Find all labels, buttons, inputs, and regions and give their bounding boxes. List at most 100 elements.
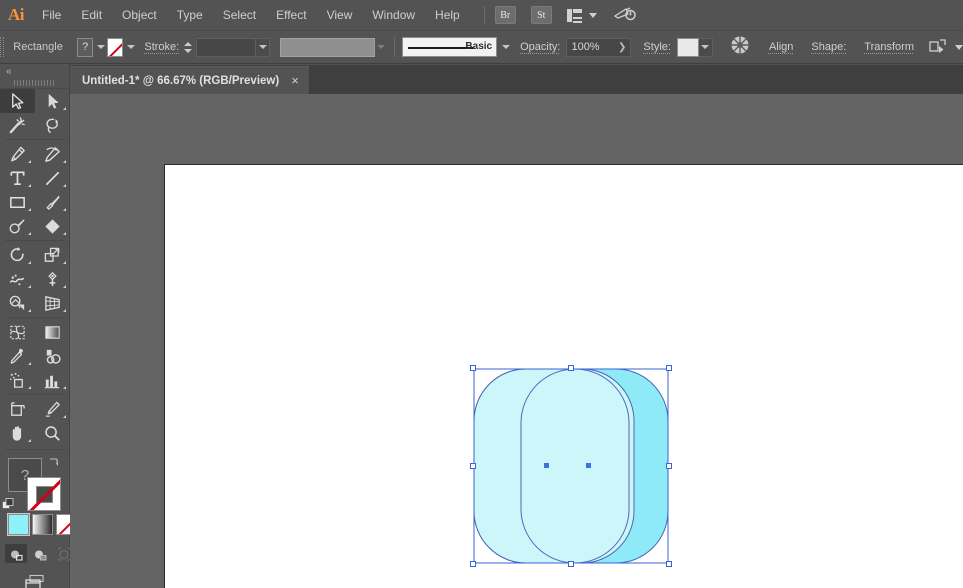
handle-bottom-left[interactable] <box>470 561 476 567</box>
flyout-corner-icon <box>63 261 66 264</box>
menu-item-file[interactable]: File <box>32 0 71 31</box>
graphic-style-chevron-down-icon[interactable] <box>699 38 713 57</box>
tool-hand-tool[interactable] <box>0 421 35 445</box>
stepper-up-icon[interactable] <box>184 42 192 46</box>
stock-button[interactable]: St <box>531 6 552 24</box>
opacity-expand-icon[interactable]: ❯ <box>618 42 626 53</box>
gradient-mode-button[interactable] <box>32 514 53 535</box>
draw-normal-button[interactable] <box>5 544 27 563</box>
stepper-down-icon[interactable] <box>184 49 192 53</box>
default-fill-stroke-icon[interactable] <box>2 498 15 511</box>
tool-rotate-tool[interactable] <box>0 243 35 267</box>
handle-bottom-right[interactable] <box>666 561 672 567</box>
stroke-swatch-none[interactable] <box>27 477 61 511</box>
tool-perspective-grid-tool[interactable] <box>35 291 70 315</box>
tool-gradient-tool[interactable] <box>35 320 70 344</box>
stroke-weight-control[interactable] <box>196 38 270 57</box>
close-icon[interactable]: × <box>291 74 299 87</box>
canvas-area[interactable] <box>70 94 963 588</box>
brush-chevron-down-icon[interactable] <box>499 38 512 57</box>
menu-item-effect[interactable]: Effect <box>266 0 316 31</box>
search-adobe-icon[interactable] <box>613 5 637 25</box>
tool-blend-tool[interactable] <box>35 344 70 368</box>
handle-top-center[interactable] <box>568 365 574 371</box>
handle-top-right[interactable] <box>666 365 672 371</box>
shape-button[interactable]: Shape: <box>811 41 846 53</box>
stroke-weight-chevron-down-icon[interactable] <box>256 38 270 57</box>
menu-item-edit[interactable]: Edit <box>71 0 112 31</box>
control-bar-options-button[interactable] <box>928 37 963 57</box>
brush-definition-swatch[interactable]: Basic <box>402 37 497 57</box>
tool-column-graph-tool[interactable] <box>35 368 70 392</box>
color-mode-button[interactable] <box>8 514 29 535</box>
tool-direct-selection-tool[interactable] <box>35 89 70 113</box>
fill-chevron-down-icon[interactable] <box>95 38 106 57</box>
tool-shape-builder-tool[interactable] <box>0 291 35 315</box>
handle-middle-left[interactable] <box>470 463 476 469</box>
panel-grip[interactable] <box>0 78 69 89</box>
menu-item-view[interactable]: View <box>317 0 363 31</box>
align-button[interactable]: Align <box>769 41 793 53</box>
tool-pen-tool[interactable] <box>0 142 35 166</box>
draw-behind-button[interactable] <box>29 544 51 563</box>
tool-selection-tool[interactable] <box>0 89 35 113</box>
change-screen-mode-button[interactable] <box>22 574 48 588</box>
bridge-button[interactable]: Br <box>495 6 516 24</box>
tool-type-tool[interactable] <box>0 166 35 190</box>
tool-curvature-tool[interactable] <box>35 142 70 166</box>
stroke-profile-chevron-down-icon[interactable] <box>375 38 387 57</box>
stroke-weight-input[interactable] <box>196 38 256 57</box>
tool-eraser-tool[interactable] <box>35 214 70 238</box>
graphic-style-control[interactable] <box>677 38 713 57</box>
menu-item-window[interactable]: Window <box>362 0 425 31</box>
tool-lasso-tool[interactable] <box>35 113 70 137</box>
menu-item-help[interactable]: Help <box>425 0 470 31</box>
opacity-input[interactable]: 100% ❯ <box>566 38 631 57</box>
stroke-weight-stepper[interactable] <box>184 38 192 57</box>
tool-width-tool[interactable] <box>0 267 35 291</box>
stroke-profile-control[interactable] <box>280 38 387 57</box>
control-bar-grip[interactable] <box>0 31 4 64</box>
menu-item-select[interactable]: Select <box>213 0 266 31</box>
control-bar-chevron-down-icon[interactable] <box>955 45 963 50</box>
brush-definition-control[interactable]: Basic <box>402 37 512 57</box>
menu-item-object[interactable]: Object <box>112 0 167 31</box>
tool-paintbrush-tool[interactable] <box>35 190 70 214</box>
fill-color-swatch[interactable]: ? <box>77 38 94 57</box>
graphic-style-label[interactable]: Style: <box>643 41 671 53</box>
opacity-label[interactable]: Opacity: <box>520 41 560 53</box>
selection-tool-icon <box>8 92 27 111</box>
stroke-weight-label[interactable]: Stroke: <box>144 41 179 53</box>
tool-scale-tool[interactable] <box>35 243 70 267</box>
flyout-corner-icon <box>28 309 31 312</box>
document-tab[interactable]: Untitled-1* @ 66.67% (RGB/Preview) × <box>70 66 310 94</box>
handle-top-left[interactable] <box>470 365 476 371</box>
stroke-chevron-down-icon[interactable] <box>125 38 136 57</box>
recolor-artwork-icon[interactable] <box>729 34 751 61</box>
graphic-style-swatch[interactable] <box>677 38 699 57</box>
workspace-switcher[interactable] <box>567 8 597 23</box>
tool-symbol-sprayer-tool[interactable] <box>0 368 35 392</box>
handle-middle-right[interactable] <box>666 463 672 469</box>
selection-handles[interactable] <box>473 368 669 564</box>
anchor-point-left[interactable] <box>544 463 549 468</box>
menu-item-type[interactable]: Type <box>167 0 213 31</box>
tool-line-segment-tool[interactable] <box>35 166 70 190</box>
anchor-point-right[interactable] <box>586 463 591 468</box>
column-graph-tool-icon <box>43 371 62 390</box>
tool-eyedropper-tool[interactable] <box>0 344 35 368</box>
tool-artboard-tool[interactable] <box>0 397 35 421</box>
tool-shaper-tool[interactable] <box>0 214 35 238</box>
tool-free-transform-tool[interactable] <box>35 267 70 291</box>
collapse-panel-button[interactable]: « <box>0 64 69 78</box>
stroke-color-swatch[interactable] <box>107 38 124 57</box>
tool-slice-tool[interactable] <box>35 397 70 421</box>
handle-bottom-center[interactable] <box>568 561 574 567</box>
stroke-profile-swatch[interactable] <box>280 38 375 57</box>
tool-mesh-tool[interactable] <box>0 320 35 344</box>
tool-rectangle-tool[interactable] <box>0 190 35 214</box>
tool-magic-wand-tool[interactable] <box>0 113 35 137</box>
transform-button[interactable]: Transform <box>864 41 914 53</box>
swap-fill-stroke-icon[interactable] <box>47 458 59 470</box>
tool-zoom-tool[interactable] <box>35 421 70 445</box>
